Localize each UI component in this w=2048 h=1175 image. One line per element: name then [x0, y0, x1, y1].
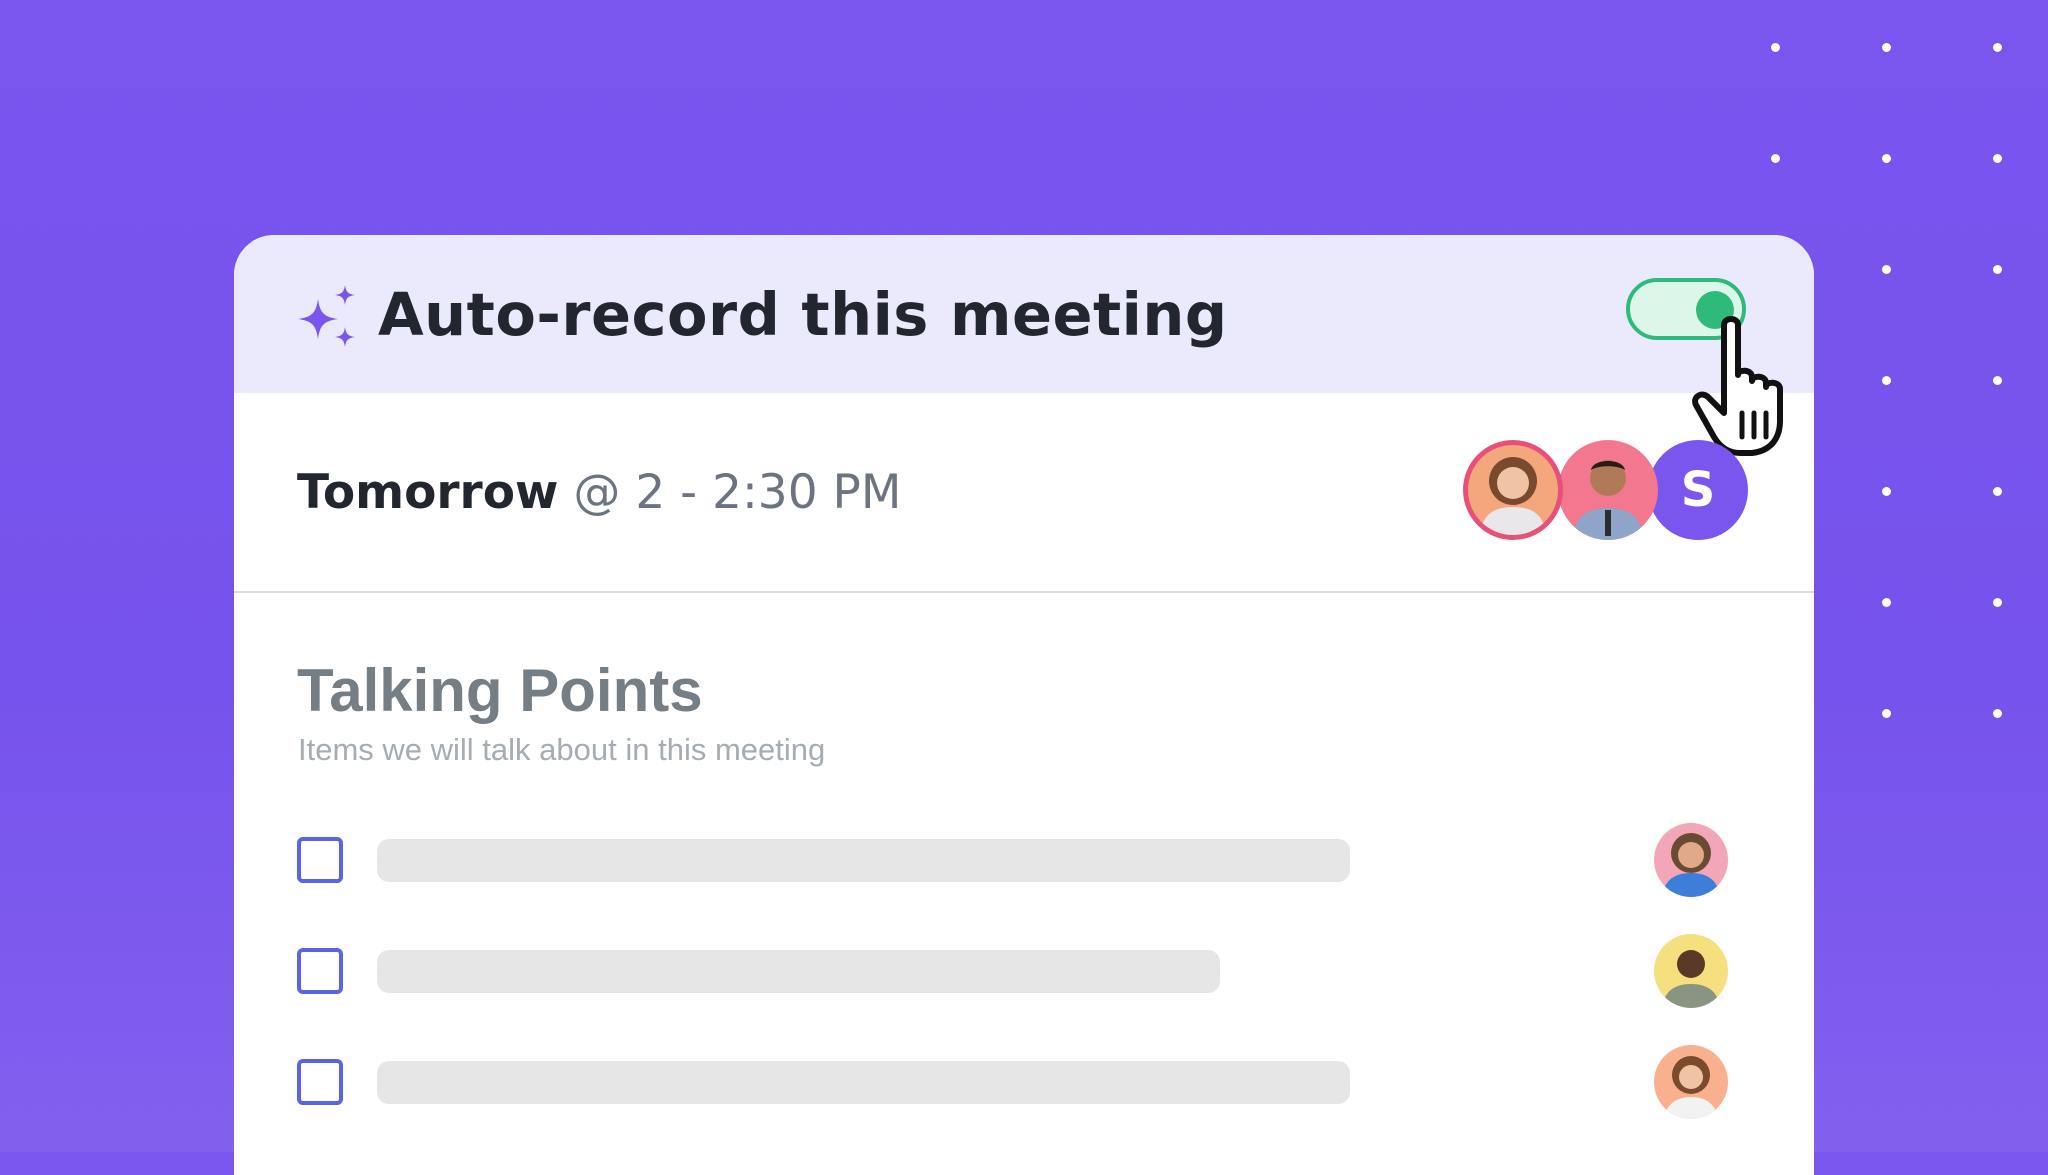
talking-point-item — [234, 931, 1814, 1011]
dot — [1993, 487, 2002, 496]
talking-point-checkbox[interactable] — [297, 948, 343, 994]
dot — [1993, 154, 2002, 163]
dot — [1993, 598, 2002, 607]
talking-point-text-placeholder[interactable] — [377, 1061, 1350, 1104]
talking-point-item — [234, 1042, 1814, 1122]
dot — [1993, 43, 2002, 52]
dot — [1882, 598, 1891, 607]
dot — [1882, 265, 1891, 274]
person-avatar-icon — [1664, 1056, 1718, 1119]
dot — [1993, 376, 2002, 385]
attendee-avatar-initial[interactable]: S — [1648, 440, 1748, 540]
dot — [1993, 709, 2002, 718]
sparkle-icon — [298, 285, 355, 347]
auto-record-header: Auto-record this meeting — [234, 235, 1814, 393]
person-avatar-icon — [1572, 460, 1644, 540]
dot — [1882, 487, 1891, 496]
dot — [1993, 265, 2002, 274]
person-avatar-icon — [1662, 950, 1720, 1008]
talking-point-checkbox[interactable] — [297, 1059, 343, 1105]
talking-point-text-placeholder[interactable] — [377, 839, 1350, 882]
meeting-time-range: @ 2 - 2:30 PM — [573, 465, 902, 520]
talking-point-text-placeholder[interactable] — [377, 950, 1220, 993]
dot — [1882, 154, 1891, 163]
auto-record-title: Auto-record this meeting — [378, 280, 1228, 349]
dot — [1882, 709, 1891, 718]
dot — [1771, 154, 1780, 163]
assignee-avatar[interactable] — [1654, 1045, 1728, 1119]
dot — [1882, 376, 1891, 385]
talking-points-subtitle: Items we will talk about in this meeting — [298, 732, 826, 767]
person-avatar-icon — [1662, 833, 1720, 897]
dot — [1771, 43, 1780, 52]
meeting-day: Tomorrow — [297, 465, 559, 520]
meeting-time: Tomorrow @ 2 - 2:30 PM — [297, 463, 901, 523]
talking-point-item — [234, 820, 1814, 900]
dot — [1882, 43, 1891, 52]
talking-point-checkbox[interactable] — [297, 837, 343, 883]
attendee-avatar[interactable] — [1558, 440, 1658, 540]
attendee-avatar[interactable] — [1463, 440, 1563, 540]
talking-points-title: Talking Points — [297, 657, 703, 724]
assignee-avatar[interactable] — [1654, 934, 1728, 1008]
person-avatar-icon — [1480, 457, 1546, 535]
meeting-card: Auto-record this meeting Tomorrow @ 2 - … — [234, 235, 1814, 1175]
assignee-avatar[interactable] — [1654, 823, 1728, 897]
